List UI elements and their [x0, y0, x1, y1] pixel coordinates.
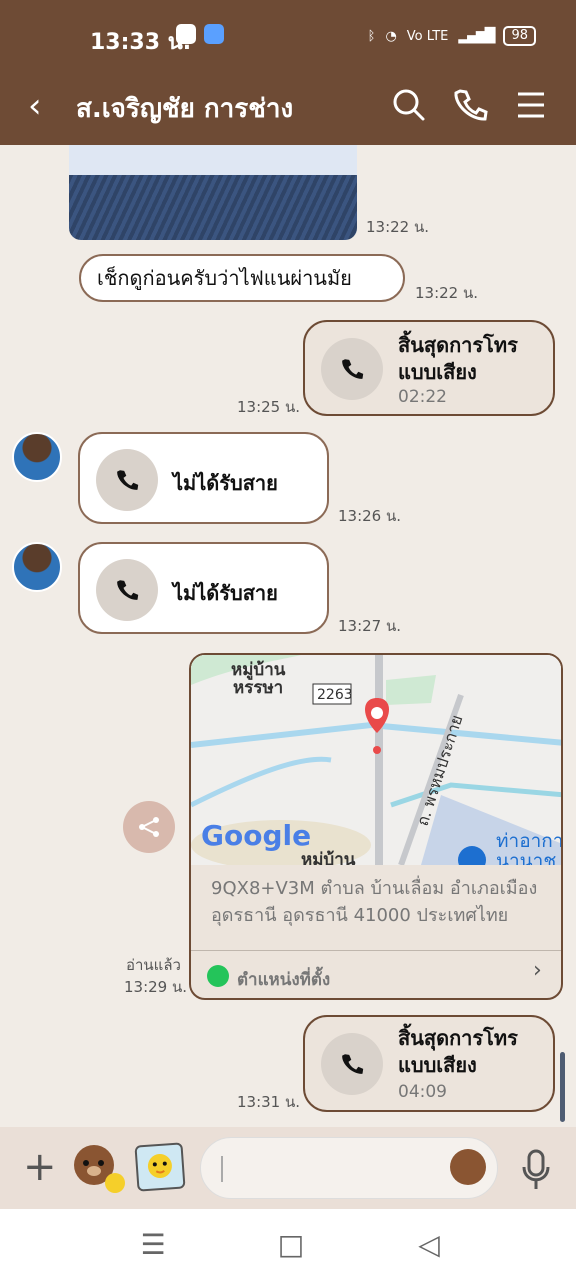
sticker-button[interactable]	[70, 1141, 125, 1197]
gallery-button[interactable]	[134, 1142, 186, 1192]
missed-call-message[interactable]: ไม่ได้รับสาย	[78, 542, 329, 634]
message-time: 13:26 น.	[338, 507, 402, 525]
emoji-button[interactable]	[450, 1149, 486, 1185]
phone-icon[interactable]	[450, 85, 490, 125]
recent-apps-icon[interactable]: ☰	[137, 1229, 169, 1261]
chat-messages[interactable]: 13:22 น. เช็กดูก่อนครับว่าไฟแนผ่านมัย 13…	[0, 145, 576, 1127]
call-duration: 02:22	[398, 387, 447, 407]
call-title: สิ้นสุดการโทร แบบเสียง	[398, 333, 518, 384]
share-icon	[139, 817, 159, 837]
plus-button[interactable]: +	[23, 1147, 63, 1187]
map-label: ท่าอากา	[496, 830, 563, 852]
call-ended-message[interactable]: สิ้นสุดการโทร แบบเสียง 02:22	[303, 320, 555, 416]
status-bar: 13:33 น. ᛒ ◔ Vo LTE ▂▄▆█ 98	[0, 0, 576, 70]
location-address: 9QX8+V3M ตำบล บ้านเลื่อม อำเภอเมือง อุดร…	[211, 878, 538, 926]
map-label: หรรษา	[233, 678, 283, 698]
phone-call-icon	[96, 449, 158, 511]
read-receipt: อ่านแล้ว	[126, 956, 181, 974]
image-message[interactable]	[69, 145, 357, 240]
phone-call-icon	[321, 1033, 383, 1095]
map-preview[interactable]: หมู่บ้าน หรรษา 2263 ถ. พรหมประกาย Google…	[191, 655, 563, 865]
chat-header: ‹ ส.เจริญชัย การช่าง	[0, 70, 576, 145]
back-icon[interactable]: ‹	[28, 86, 58, 126]
gallery-icon	[147, 1154, 172, 1179]
message-time: 13:22 น.	[415, 284, 479, 302]
map-label: นานาช	[496, 850, 556, 865]
phone-call-icon	[321, 338, 383, 400]
phone-call-icon	[96, 559, 158, 621]
location-divider	[191, 950, 561, 951]
google-logo: Google	[201, 819, 311, 852]
signal-icon: ▂▄▆█	[458, 28, 495, 44]
line-app-icon	[176, 24, 196, 44]
share-button[interactable]	[123, 801, 175, 853]
photo-paper	[69, 145, 357, 175]
location-pin-icon	[207, 965, 229, 987]
location-message[interactable]: หมู่บ้าน หรรษา 2263 ถ. พรหมประกาย Google…	[189, 653, 563, 1000]
location-link[interactable]: ตำแหน่งที่ตั้ง	[237, 966, 330, 993]
call-title: สิ้นสุดการโทร แบบเสียง	[398, 1026, 518, 1077]
system-status-icons: ᛒ ◔ Vo LTE ▂▄▆█ 98	[368, 26, 536, 46]
missed-call-title: ไม่ได้รับสาย	[173, 471, 278, 495]
bluetooth-icon: ᛒ	[367, 28, 376, 44]
home-icon[interactable]: □	[275, 1229, 307, 1261]
chat-title: ส.เจริญชัย การช่าง	[76, 94, 294, 124]
notification-icons	[176, 24, 224, 44]
message-time: 13:22 น.	[366, 218, 430, 236]
map-label: หมู่บ้าน	[301, 850, 356, 865]
missed-call-message[interactable]: ไม่ได้รับสาย	[78, 432, 329, 524]
scrollbar[interactable]	[560, 1052, 565, 1122]
message-time: 13:29 น.	[124, 978, 188, 996]
chevron-right-icon[interactable]: ›	[533, 958, 542, 983]
system-navigation-bar: ☰ □ ◁	[0, 1209, 576, 1280]
message-time: 13:31 น.	[237, 1093, 301, 1111]
call-ended-message[interactable]: สิ้นสุดการโทร แบบเสียง 04:09	[303, 1015, 555, 1112]
microphone-icon[interactable]	[520, 1149, 552, 1191]
message-time: 13:25 น.	[237, 398, 301, 416]
missed-call-title: ไม่ได้รับสาย	[173, 581, 278, 605]
contact-avatar[interactable]	[12, 542, 62, 592]
app-badge-icon	[204, 24, 224, 44]
battery-icon: 98	[503, 26, 536, 46]
message-composer: +	[0, 1127, 576, 1209]
text-cursor	[221, 1156, 223, 1182]
contact-avatar[interactable]	[12, 432, 62, 482]
message-time: 13:27 น.	[338, 617, 402, 635]
back-nav-icon[interactable]: ◁	[413, 1229, 445, 1261]
wifi-icon: ◔	[385, 28, 397, 44]
call-duration: 04:09	[398, 1082, 447, 1102]
sticker-icon	[74, 1145, 125, 1193]
photo-fabric	[69, 175, 357, 240]
network-label: Vo LTE	[406, 28, 449, 44]
search-icon[interactable]	[388, 85, 428, 125]
menu-icon[interactable]	[510, 85, 550, 125]
text-message[interactable]: เช็กดูก่อนครับว่าไฟแนผ่านมัย	[79, 254, 405, 302]
road-number-label: 2263	[317, 687, 353, 703]
